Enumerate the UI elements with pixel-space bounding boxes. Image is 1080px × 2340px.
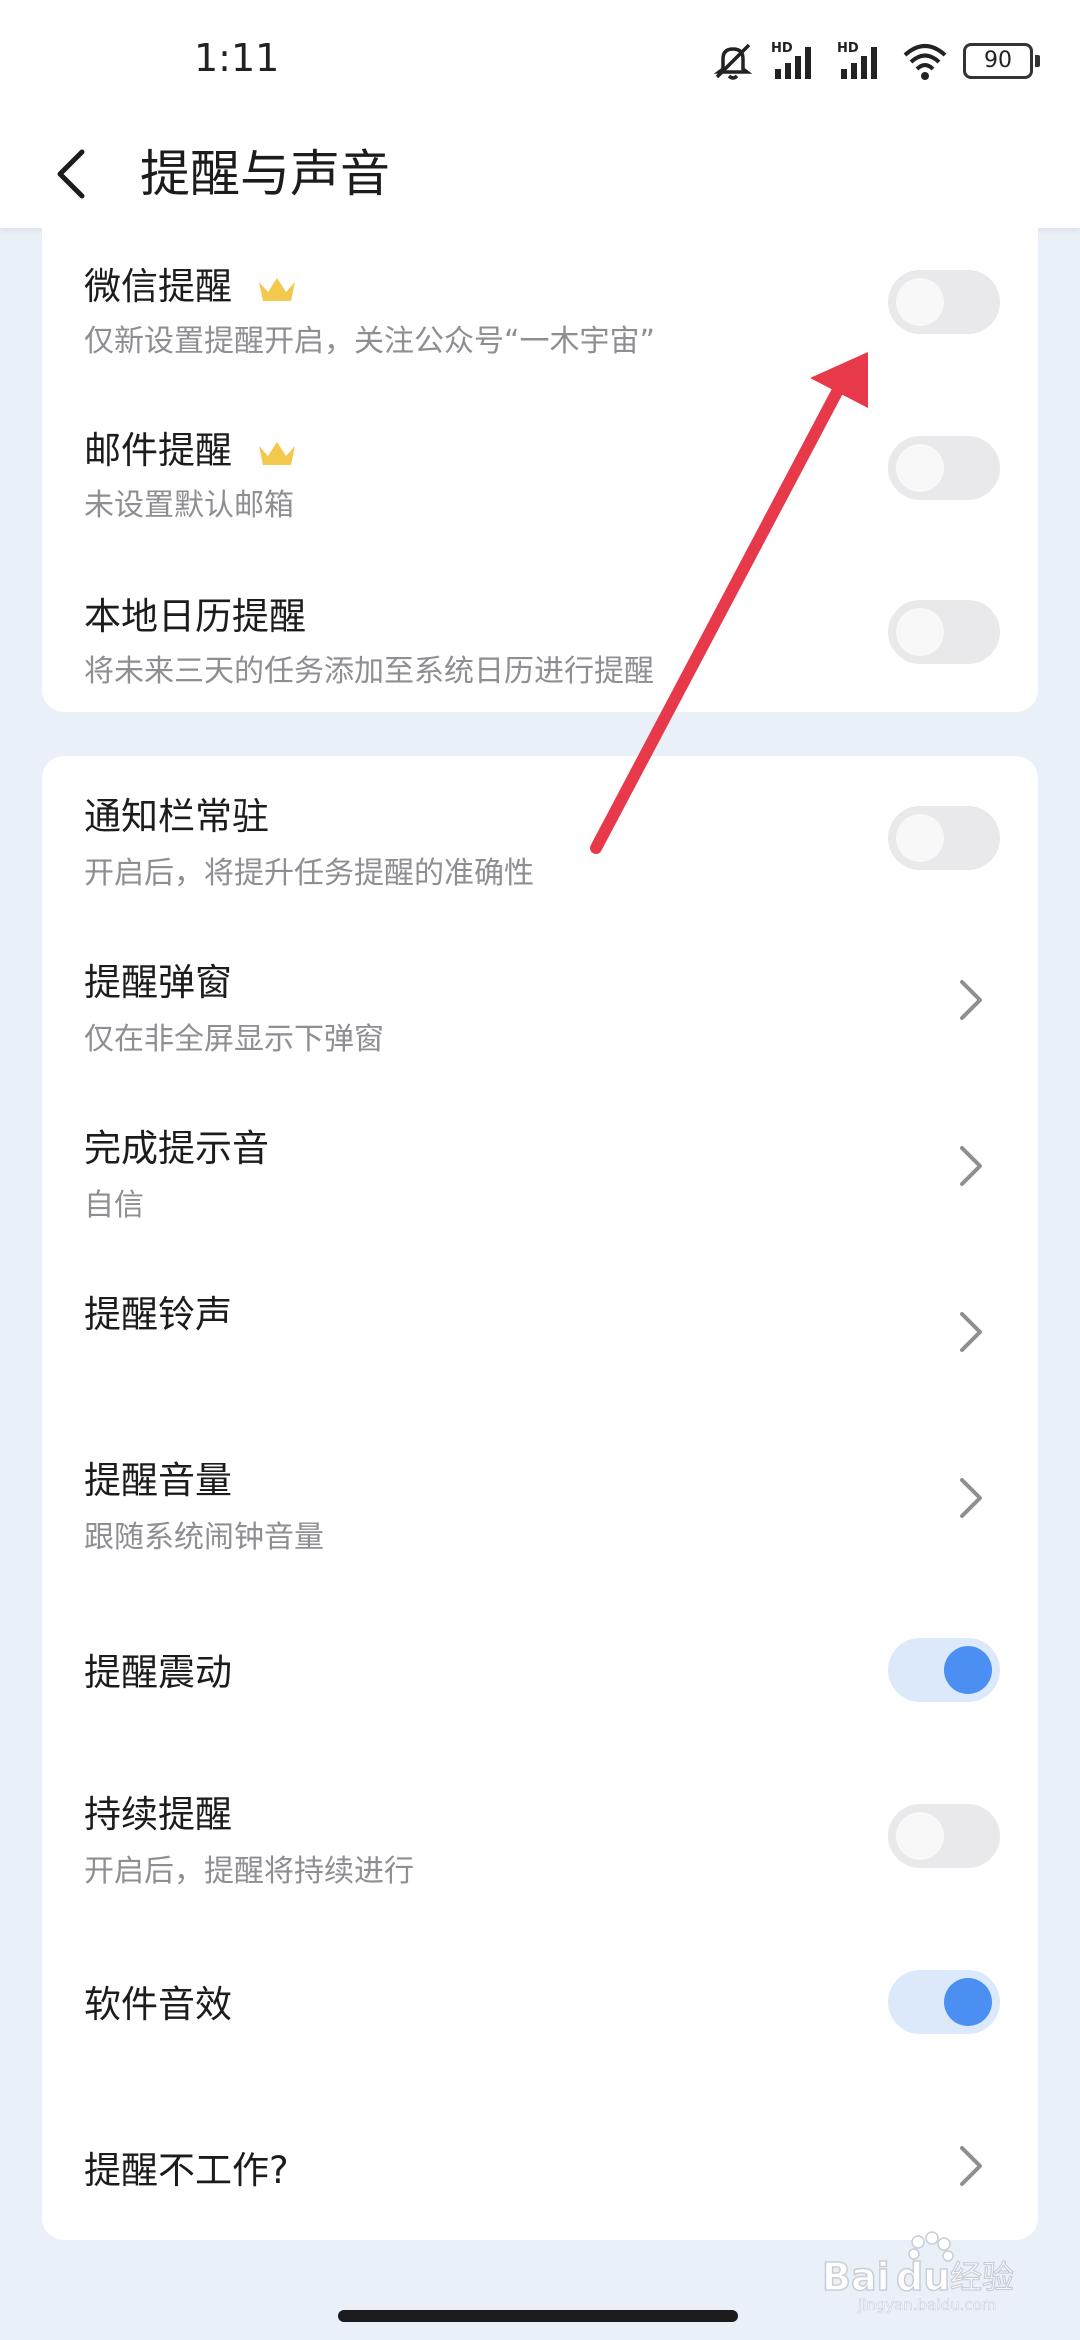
svg-text:HD: HD [771,41,793,56]
item-title: 持续提醒 [84,1793,232,1836]
continuous-reminder-toggle[interactable] [888,1804,1000,1868]
sound-effects-toggle[interactable] [888,1970,1000,2034]
persistent-notification-toggle[interactable] [888,806,1000,870]
chevron-right-icon [960,980,982,1020]
chevron-right-icon [960,2146,982,2186]
item-subtitle: 将未来三天的任务添加至系统日历进行提醒 [84,654,654,689]
crown-icon [258,441,295,465]
wifi-icon [903,44,947,80]
item-subtitle: 跟随系统闹钟音量 [84,1520,324,1555]
mute-icon [713,43,753,80]
reminder-channels-card: 微信提醒 仅新设置提醒开启，关注公众号“一木宇宙” 邮件提醒 未设置默认邮箱 本… [42,210,1038,712]
status-icons: HD HD 90 [711,36,1040,86]
watermark-url: jingyan.baidu.com [857,2296,996,2314]
page-title: 提醒与声音 [140,145,390,203]
home-indicator[interactable] [338,2310,738,2322]
item-subtitle: 自信 [84,1188,144,1223]
list-item-email-reminder[interactable]: 邮件提醒 未设置默认邮箱 [42,376,1038,542]
item-title: 邮件提醒 [84,429,232,472]
item-title: 本地日历提醒 [84,595,306,638]
list-item-continuous-reminder[interactable]: 持续提醒 开启后，提醒将持续进行 [42,1752,1038,1918]
crown-icon [258,277,295,301]
item-title: 微信提醒 [84,265,232,308]
status-time: 1:11 [194,36,280,80]
battery-level: 90 [963,43,1033,79]
item-title: 提醒音量 [84,1459,232,1502]
list-item-reminder-popup[interactable]: 提醒弹窗 仅在非全屏显示下弹窗 [42,922,1038,1088]
status-bar: 1:11 HD HD 90 [0,0,1080,120]
list-item-reminder-vibration[interactable]: 提醒震动 [42,1586,1038,1752]
local-calendar-toggle[interactable] [888,600,1000,664]
back-icon[interactable] [44,142,104,206]
list-item-app-sound-effects[interactable]: 软件音效 [42,1918,1038,2084]
chevron-right-icon [960,1478,982,1518]
list-item-reminder-not-working[interactable]: 提醒不工作? [42,2084,1038,2240]
item-title: 软件音效 [84,1983,232,2026]
list-item-reminder-volume[interactable]: 提醒音量 跟随系统闹钟音量 [42,1420,1038,1586]
baidu-jingyan-watermark: Bai du 经验 jingyan.baidu.com [821,2231,1015,2314]
item-subtitle: 开启后，将提升任务提醒的准确性 [84,856,534,891]
item-subtitle: 开启后，提醒将持续进行 [84,1854,414,1889]
item-title: 通知栏常驻 [84,795,269,838]
watermark-label: 经验 [950,2258,1014,2296]
list-item-local-calendar-reminder[interactable]: 本地日历提醒 将未来三天的任务添加至系统日历进行提醒 [42,542,1038,708]
list-item-wechat-reminder[interactable]: 微信提醒 仅新设置提醒开启，关注公众号“一木宇宙” [42,210,1038,376]
item-title: 完成提示音 [84,1127,269,1170]
chevron-right-icon [960,1312,982,1352]
watermark-brand: Bai [822,2255,890,2299]
hd-signal-icon: HD [771,41,811,79]
wechat-reminder-toggle[interactable] [888,270,1000,334]
item-subtitle: 仅在非全屏显示下弹窗 [84,1022,384,1057]
list-item-persistent-notification[interactable]: 通知栏常驻 开启后，将提升任务提醒的准确性 [42,756,1038,922]
hd-signal-icon: HD [837,41,877,79]
item-title: 提醒弹窗 [84,961,232,1004]
item-subtitle: 仅新设置提醒开启，关注公众号“一木宇宙” [84,324,656,359]
list-item-reminder-ringtone[interactable]: 提醒铃声 [42,1254,1038,1420]
list-item-completion-sound[interactable]: 完成提示音 自信 [42,1088,1038,1254]
svg-text:HD: HD [837,41,859,56]
vibration-toggle[interactable] [888,1638,1000,1702]
watermark-brand-suffix: du [896,2255,950,2299]
item-title: 提醒不工作? [84,2149,289,2192]
email-reminder-toggle[interactable] [888,436,1000,500]
item-title: 提醒震动 [84,1651,232,1694]
notification-sound-card: 通知栏常驻 开启后，将提升任务提醒的准确性 提醒弹窗 仅在非全屏显示下弹窗 完成… [42,756,1038,2240]
battery-icon: 90 [963,43,1040,79]
item-subtitle: 未设置默认邮箱 [84,488,294,523]
item-title: 提醒铃声 [84,1293,232,1336]
chevron-right-icon [960,1146,982,1186]
